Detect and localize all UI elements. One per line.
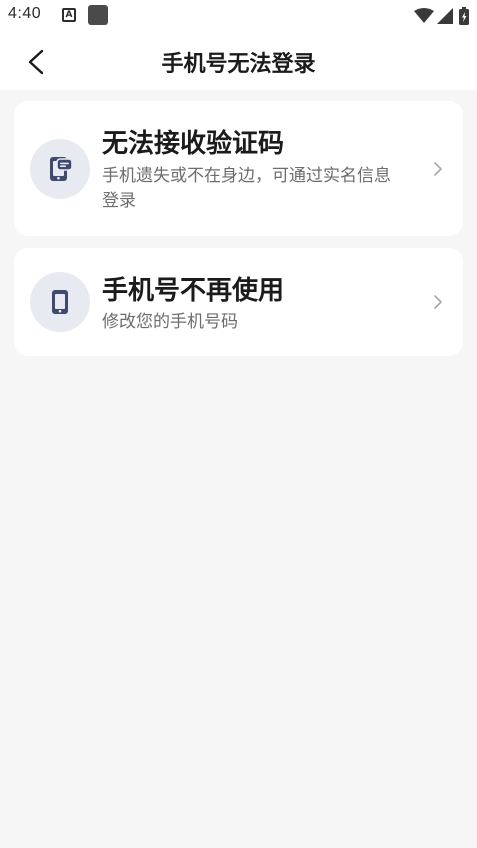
icon-circle bbox=[30, 139, 90, 199]
phone-icon bbox=[52, 290, 68, 314]
chevron-right-icon bbox=[434, 295, 442, 309]
option-description: 手机遗失或不在身边，可通过实名信息登录 bbox=[102, 166, 391, 211]
chevron-right-icon bbox=[434, 162, 442, 176]
nav-bar: 手机号无法登录 bbox=[0, 34, 477, 90]
a-badge-icon: A bbox=[62, 8, 76, 22]
option-description: 修改您的手机号码 bbox=[102, 312, 238, 332]
signal-icon bbox=[437, 8, 453, 24]
phone-message-icon bbox=[50, 157, 73, 181]
battery-charging-icon bbox=[459, 7, 469, 25]
page-title: 手机号无法登录 bbox=[161, 52, 316, 77]
option-number-not-in-use[interactable]: 手机号不再使用 修改您的手机号码 bbox=[14, 248, 463, 356]
status-bar: 4:40 A bbox=[0, 0, 477, 34]
option-cannot-receive-code[interactable]: 无法接收验证码 手机遗失或不在身边，可通过实名信息登录 bbox=[14, 101, 463, 236]
status-time: 4:40 bbox=[8, 5, 42, 22]
icon-circle bbox=[30, 272, 90, 332]
option-title: 无法接收验证码 bbox=[102, 129, 285, 159]
wifi-icon bbox=[414, 8, 434, 23]
option-title: 手机号不再使用 bbox=[102, 276, 285, 306]
square-app-icon bbox=[88, 5, 108, 25]
status-right-icons bbox=[414, 6, 469, 26]
